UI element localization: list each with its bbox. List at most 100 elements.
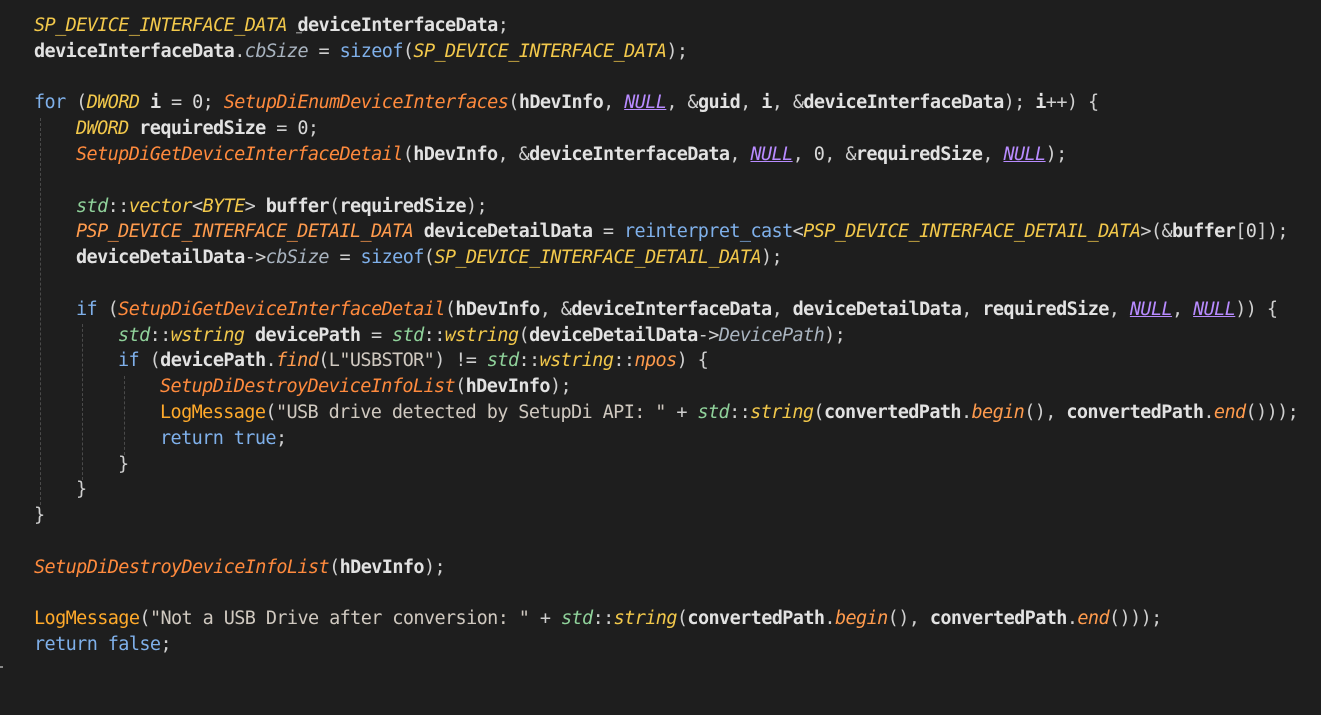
code-token: -> bbox=[697, 324, 720, 346]
code-line[interactable]: SP_DEVICE_INTERFACE_DATA deviceInterface… bbox=[34, 13, 509, 39]
code-token: ( bbox=[813, 402, 824, 423]
code-token: , bbox=[792, 144, 814, 165]
code-token: vector bbox=[128, 195, 193, 217]
code-token: std bbox=[697, 402, 730, 423]
code-token: convertedPath bbox=[823, 402, 962, 423]
code-token: ( bbox=[318, 350, 329, 372]
code-line[interactable]: SetupDiDestroyDeviceInfoList(hDevInfo); bbox=[34, 555, 446, 581]
code-line[interactable]: PSP_DEVICE_INTERFACE_DETAIL_DATA deviceD… bbox=[76, 219, 1289, 245]
code-token: = bbox=[265, 118, 298, 140]
code-token: "Not a USB Drive after conversion: " bbox=[149, 608, 530, 630]
code-line[interactable]: } bbox=[34, 503, 45, 529]
code-token: >(& bbox=[1140, 221, 1172, 243]
code-line[interactable]: } bbox=[118, 452, 129, 478]
code-line[interactable]: std::vector<BYTE> buffer(requiredSize); bbox=[76, 194, 488, 220]
code-token: 0 bbox=[1245, 221, 1257, 243]
indent-guide-line bbox=[82, 324, 83, 480]
code-line[interactable]: return false; bbox=[34, 632, 172, 658]
code-token: deviceInterfaceData bbox=[529, 144, 730, 165]
code-token: SetupDiEnumDeviceInterfaces bbox=[223, 92, 509, 114]
code-token: :: bbox=[613, 350, 635, 372]
code-line[interactable]: std::wstring devicePath = std::wstring(d… bbox=[118, 323, 846, 349]
code-token: ); bbox=[1003, 92, 1036, 114]
code-token: , bbox=[1172, 298, 1194, 320]
code-line[interactable]: if (devicePath.find(L"USBSTOR") != std::… bbox=[118, 348, 709, 374]
code-token: > bbox=[244, 195, 266, 217]
code-line[interactable]: return true; bbox=[160, 426, 287, 452]
code-editor[interactable]: SP_DEVICE_INTERFACE_DATA deviceInterface… bbox=[0, 0, 1321, 715]
code-token: } bbox=[118, 453, 129, 475]
code-token: :: bbox=[518, 350, 541, 372]
code-token: SP_DEVICE_INTERFACE_DATA bbox=[34, 15, 288, 36]
code-token: < bbox=[792, 221, 804, 243]
code-token: return bbox=[160, 427, 224, 449]
code-token: , bbox=[961, 298, 983, 320]
code-token: ) { bbox=[676, 350, 709, 372]
code-token: begin bbox=[834, 608, 888, 630]
code-token: sizeof bbox=[339, 40, 404, 62]
code-token: deviceInterfaceData bbox=[571, 298, 772, 320]
code-token: ); bbox=[465, 195, 488, 217]
code-token: requiredSize bbox=[128, 118, 266, 140]
code-token: sizeof bbox=[360, 247, 425, 269]
code-token: ); bbox=[549, 376, 572, 398]
code-token: ; bbox=[497, 15, 509, 36]
code-line[interactable]: DWORD requiredSize = 0; bbox=[76, 116, 319, 142]
code-token: , & bbox=[497, 144, 530, 165]
code-line[interactable]: if (SetupDiGetDeviceInterfaceDetail(hDev… bbox=[76, 297, 1278, 323]
code-token: = bbox=[308, 40, 340, 62]
code-token: :: bbox=[729, 402, 751, 423]
code-token: SetupDiDestroyDeviceInfoList bbox=[34, 556, 330, 578]
code-token: = bbox=[360, 324, 393, 346]
code-line[interactable]: for (DWORD i = 0; SetupDiEnumDeviceInter… bbox=[34, 90, 1099, 116]
code-token: convertedPath bbox=[687, 608, 825, 630]
code-token: )) { bbox=[1235, 298, 1278, 320]
code-token: cbSize bbox=[265, 247, 330, 269]
code-token: ( bbox=[444, 298, 456, 320]
code-token: + bbox=[665, 402, 698, 423]
code-token: LogMessage bbox=[160, 402, 266, 423]
code-token: cbSize bbox=[244, 40, 309, 62]
code-token: ( bbox=[65, 92, 87, 114]
code-line[interactable]: LogMessage("USB drive detected by SetupD… bbox=[160, 400, 1299, 426]
code-token: + bbox=[529, 608, 561, 630]
code-token: , bbox=[603, 92, 625, 114]
code-token: . bbox=[1203, 402, 1214, 423]
code-line[interactable]: } bbox=[76, 477, 87, 503]
code-token: requiredSize bbox=[855, 144, 983, 165]
code-token: SetupDiGetDeviceInterfaceDetail bbox=[118, 298, 445, 320]
code-token: :: bbox=[149, 324, 172, 346]
code-token: ; bbox=[160, 634, 172, 656]
code-token: ; bbox=[307, 118, 319, 140]
code-token: ( bbox=[423, 247, 435, 269]
code-token: , & bbox=[539, 298, 572, 320]
code-token: DevicePath bbox=[718, 324, 825, 346]
code-token: = bbox=[328, 247, 361, 269]
code-line[interactable]: deviceInterfaceData.cbSize = sizeof(SP_D… bbox=[34, 39, 688, 65]
code-token: ( bbox=[402, 144, 414, 165]
code-token: . bbox=[824, 608, 835, 630]
code-token: wstring bbox=[444, 324, 519, 346]
code-token: hDevInfo bbox=[413, 144, 498, 165]
code-token: hDevInfo bbox=[518, 92, 604, 114]
code-token: ) != bbox=[434, 350, 487, 372]
code-token: , & bbox=[771, 92, 804, 114]
scroll-edge-marker bbox=[0, 666, 3, 668]
code-token: SP_DEVICE_INTERFACE_DETAIL_DATA bbox=[434, 247, 762, 269]
code-token: NULL bbox=[1129, 298, 1173, 320]
code-token: (), bbox=[887, 608, 930, 630]
code-line[interactable]: SetupDiGetDeviceInterfaceDetail(hDevInfo… bbox=[76, 142, 1067, 168]
code-line[interactable]: LogMessage("Not a USB Drive after conver… bbox=[34, 606, 1162, 632]
indent-guide-line bbox=[124, 376, 125, 455]
code-token: 0 bbox=[192, 92, 203, 114]
code-token: SP_DEVICE_INTERFACE_DATA bbox=[413, 40, 667, 62]
code-line[interactable]: SetupDiDestroyDeviceInfoList(hDevInfo); bbox=[160, 374, 572, 400]
code-token: ( bbox=[328, 195, 340, 217]
code-token: } bbox=[76, 479, 87, 501]
code-token: ( bbox=[455, 376, 466, 398]
code-token: (), bbox=[1024, 402, 1067, 423]
code-token: wstring bbox=[539, 350, 614, 372]
code-token: . bbox=[265, 350, 277, 372]
code-line[interactable]: deviceDetailData->cbSize = sizeof(SP_DEV… bbox=[76, 245, 783, 271]
code-token: std bbox=[560, 608, 593, 630]
